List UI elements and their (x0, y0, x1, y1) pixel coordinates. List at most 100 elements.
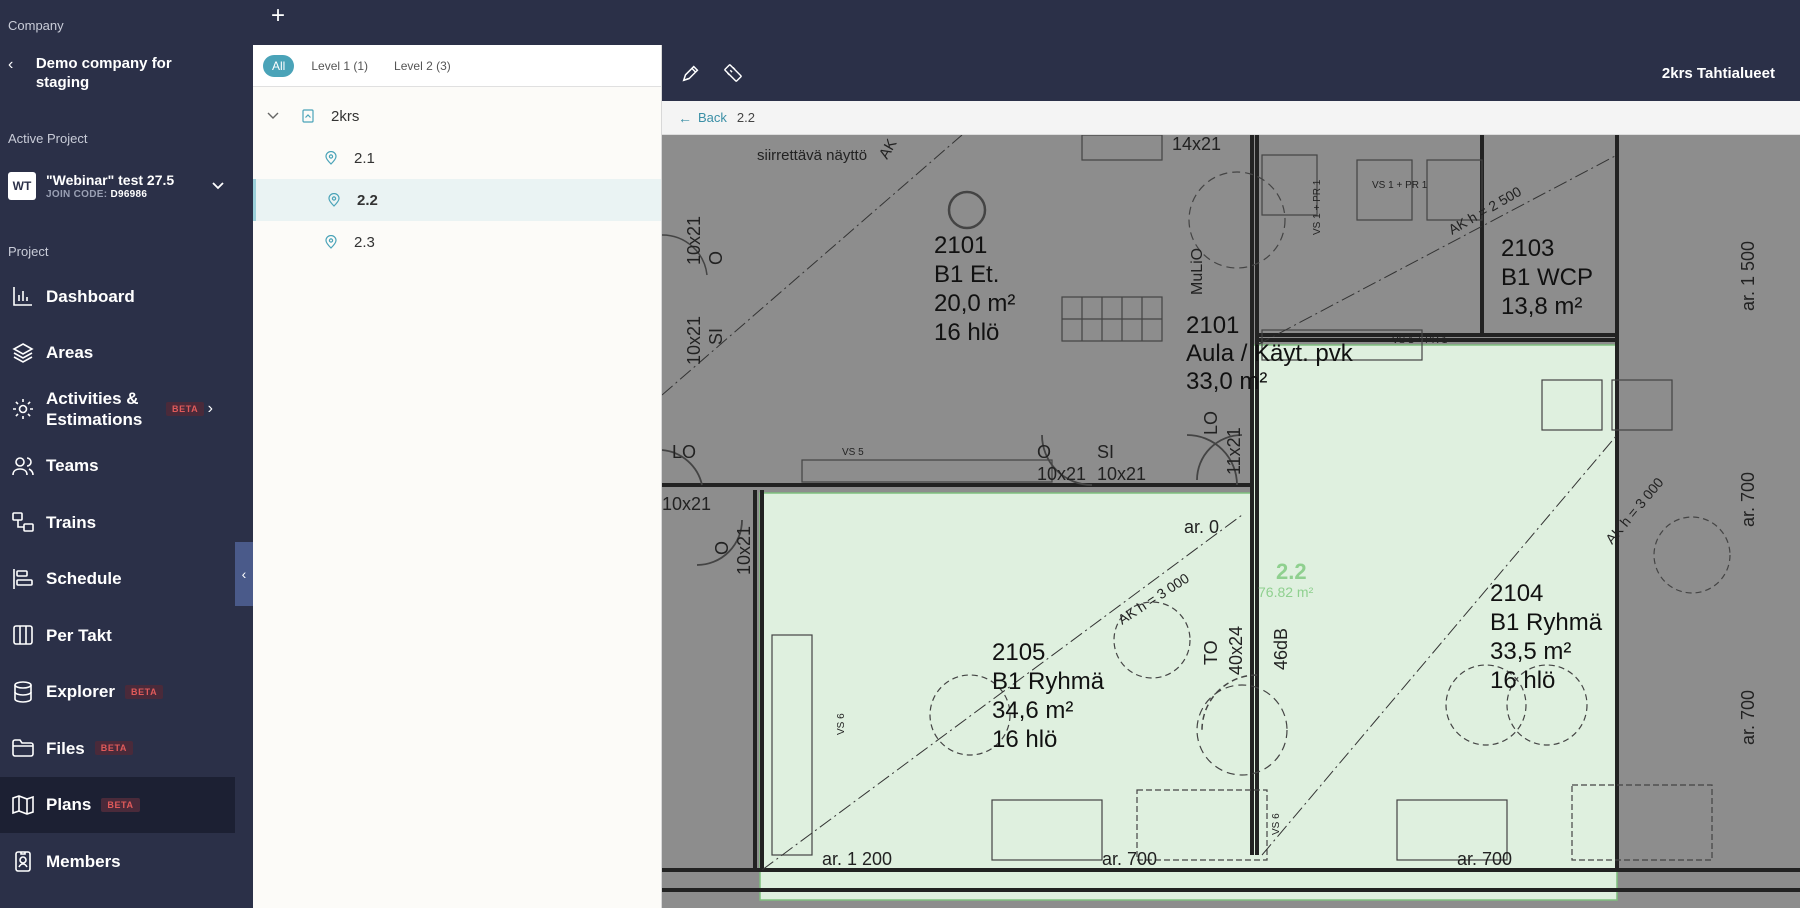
plan-file-icon (302, 109, 314, 123)
beta-badge: BETA (94, 741, 133, 756)
room-2103-name: B1 WCP (1501, 264, 1593, 291)
sidebar-item-label: Schedule (46, 569, 122, 589)
door-label: 10x21 (734, 526, 754, 575)
tree-item-area-selected[interactable]: 2.2 (253, 179, 661, 221)
room-2101-name: B1 Et. (934, 261, 999, 288)
room-2101b-area: 33,0 m² (1186, 368, 1267, 395)
sidebar-item-members[interactable]: Members (0, 833, 235, 890)
chevron-down-icon[interactable] (208, 177, 228, 195)
sidebar-item-areas[interactable]: Areas (0, 325, 235, 382)
sidebar-item-explorer[interactable]: Explorer BETA (0, 664, 235, 721)
door-label: 14x21 (1172, 135, 1221, 154)
plan-toolbar: 2krs Tahtialueet (662, 45, 1800, 101)
people-icon (10, 453, 36, 479)
add-button[interactable]: + (271, 2, 285, 30)
chevron-left-icon: ‹ (8, 56, 14, 73)
layers-icon (10, 340, 36, 366)
project-section-label: Project (8, 244, 49, 259)
sidebar-item-label: Explorer (46, 682, 115, 702)
location-pin-icon (328, 193, 340, 207)
area-panel: All Level 1 (1) Level 2 (3) 2krs 2.1 2.2… (253, 45, 662, 908)
door-type-label: O (1037, 442, 1051, 462)
filter-level-1[interactable]: Level 1 (1) (302, 55, 377, 77)
room-2101-area: 20,0 m² (934, 290, 1015, 317)
tree-item-area[interactable]: 2.3 (253, 221, 661, 263)
chevron-right-icon: › (207, 400, 213, 418)
sidebar-item-trains[interactable]: Trains (0, 494, 235, 551)
plan-elevation-label: ar. 1 200 (822, 849, 892, 869)
door-label: 10x21 (1037, 464, 1086, 484)
chart-bar-icon (10, 283, 36, 309)
floor-plan-drawing: 2101 B1 Et. 20,0 m² 16 hlö 2101 Aula / K… (662, 135, 1800, 901)
beta-badge: BETA (124, 684, 164, 699)
sidebar-nav: Dashboard Areas Activities & Estimations… (0, 268, 235, 890)
arrow-left-icon: ← (678, 109, 692, 126)
plan-spec-label: VS 6 (1271, 813, 1282, 835)
door-type-label: O (706, 251, 726, 265)
tree-item-label: 2.1 (354, 149, 375, 167)
filter-all[interactable]: All (263, 54, 295, 77)
sidebar: Company ‹ Demo company for staging Activ… (0, 0, 235, 908)
filter-level-2[interactable]: Level 2 (3) (385, 55, 460, 77)
room-2104-number: 2104 (1490, 580, 1543, 607)
tree-item-label: 2krs (331, 107, 360, 125)
project-name: "Webinar" test 27.5 (46, 172, 175, 188)
plan-note-ak: AK (876, 136, 901, 162)
ruler-icon[interactable] (722, 62, 744, 84)
back-label: Back (698, 110, 727, 125)
sidebar-item-label: Activities & Estimations (46, 389, 143, 430)
plan-spec-label: VS 1 + PR 1 (1392, 335, 1448, 346)
tree-item-root[interactable]: 2krs (253, 95, 661, 137)
back-button[interactable]: ← Back (678, 110, 727, 126)
badge-icon (10, 848, 36, 874)
highlighted-area[interactable] (759, 344, 1618, 901)
door-type-label: SI (706, 328, 726, 345)
sidebar-item-teams[interactable]: Teams (0, 438, 235, 495)
door-type-label: LO (1201, 411, 1221, 435)
sidebar-item-label: Members (46, 851, 121, 871)
location-pin-icon (325, 235, 337, 249)
room-2101b-number: 2101 (1186, 312, 1239, 339)
sidebar-item-dashboard[interactable]: Dashboard (0, 268, 235, 325)
join-code-value: D96986 (110, 189, 148, 200)
tree-item-area[interactable]: 2.1 (253, 137, 661, 179)
tree-item-label: 2.2 (357, 191, 378, 209)
room-2105-number: 2105 (992, 639, 1045, 666)
level-filter-bar: All Level 1 (1) Level 2 (3) (253, 45, 661, 87)
database-icon (10, 679, 36, 705)
room-2105-name: B1 Ryhmä (992, 668, 1105, 695)
door-label: 11x21 (1224, 427, 1244, 475)
room-2103-number: 2103 (1501, 235, 1554, 262)
company-switcher[interactable]: ‹ Demo company for staging (8, 54, 228, 92)
plan-spec-label: VS 1 + PR 1 (1312, 179, 1323, 235)
collapse-sidebar-button[interactable]: ‹ (235, 542, 253, 606)
floor-plan-canvas[interactable]: 2101 B1 Et. 20,0 m² 16 hlö 2101 Aula / K… (662, 135, 1800, 908)
sidebar-item-label: Per Takt (46, 625, 112, 645)
room-2104-name: B1 Ryhmä (1490, 609, 1603, 636)
sidebar-item-activities[interactable]: Activities & Estimations BETA › (0, 381, 235, 438)
door-label: 10x21 (684, 316, 704, 365)
chevron-down-icon[interactable] (267, 109, 281, 123)
pen-tool-icon[interactable] (680, 62, 702, 84)
sidebar-item-files[interactable]: Files BETA (0, 720, 235, 777)
join-code: JOIN CODE: D96986 (46, 189, 208, 200)
door-label: 10x21 (1097, 464, 1146, 484)
plan-elevation-label: ar. 1 500 (1738, 241, 1758, 311)
door-type-label: SI (1097, 442, 1114, 462)
project-switcher[interactable]: WT "Webinar" test 27.5 JOIN CODE: D96986 (8, 168, 228, 204)
train-icon (10, 509, 36, 535)
plan-note-46db: 46dB (1271, 628, 1291, 670)
room-2104-persons: 16 hlö (1490, 667, 1555, 694)
door-type-label: O (712, 541, 732, 555)
columns-icon (10, 622, 36, 648)
room-2101b-name: Aula / Käyt. pvk (1186, 340, 1354, 367)
beta-badge: BETA (166, 402, 205, 417)
plan-elevation-label: ar. 700 (1102, 849, 1157, 869)
company-section-label: Company (8, 18, 64, 33)
sidebar-item-per-takt[interactable]: Per Takt (0, 607, 235, 664)
sidebar-item-label: Trains (46, 512, 97, 532)
sidebar-item-plans[interactable]: Plans BETA (0, 776, 235, 833)
plan-note-siirrettava: siirrettävä näyttö (757, 147, 867, 164)
plan-spec-label: VS 5 (842, 447, 864, 458)
sidebar-item-schedule[interactable]: Schedule (0, 551, 235, 608)
